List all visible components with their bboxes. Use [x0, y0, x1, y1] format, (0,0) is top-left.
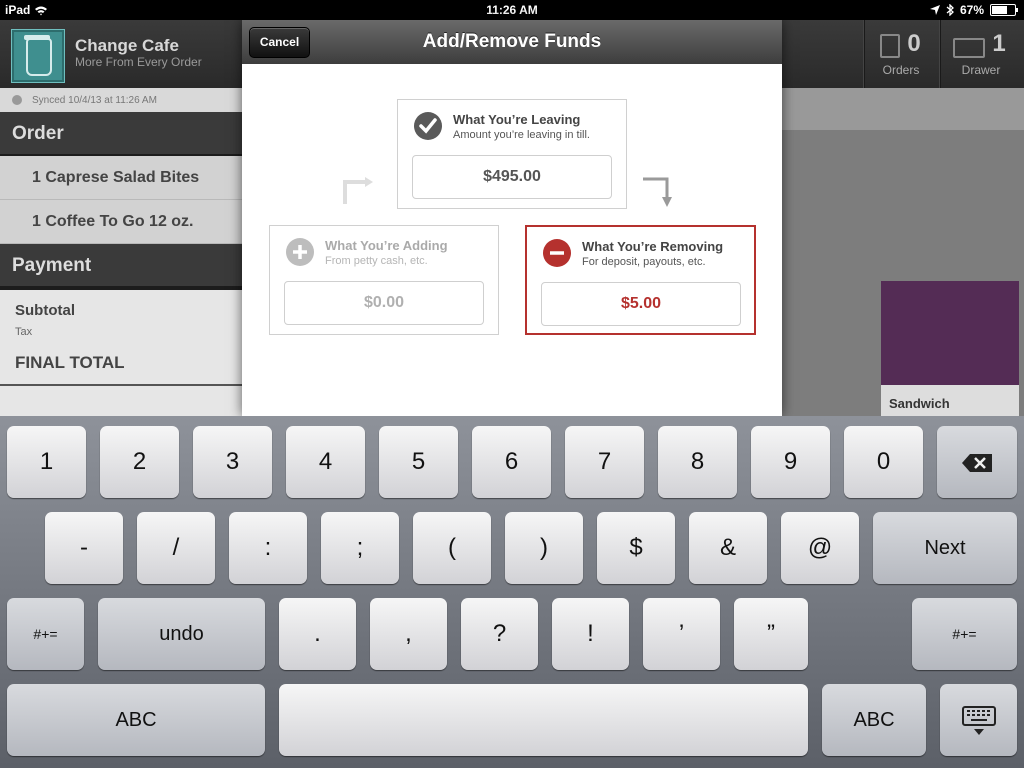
key-4[interactable]: 4: [286, 426, 365, 498]
backspace-key[interactable]: [937, 426, 1017, 498]
final-total-label: FINAL TOTAL: [15, 353, 125, 372]
order-item[interactable]: 1 Coffee To Go 12 oz.: [0, 200, 242, 244]
numeric-keyboard: 1 2 3 4 5 6 7 8 9 0 - / : ; ( ) $ & @ Ne…: [0, 416, 1024, 768]
drawer-icon: [953, 38, 985, 58]
adding-card[interactable]: What You’re Adding From petty cash, etc.…: [269, 225, 499, 335]
key-open-paren[interactable]: (: [413, 512, 491, 584]
plus-icon: [286, 238, 314, 266]
key-1[interactable]: 1: [7, 426, 86, 498]
key-dollar[interactable]: $: [597, 512, 675, 584]
arrow-down-icon: [643, 177, 672, 207]
backspace-icon: [962, 453, 992, 472]
orders-label: Orders: [882, 63, 920, 77]
adding-amount-field[interactable]: $0.00: [284, 281, 484, 325]
adding-title: What You’re Adding: [325, 238, 448, 253]
key-0[interactable]: 0: [844, 426, 923, 498]
key-close-paren[interactable]: ): [505, 512, 583, 584]
abc-key-right[interactable]: ABC: [822, 684, 926, 756]
key-hyphen[interactable]: -: [45, 512, 123, 584]
key-ampersand[interactable]: &: [689, 512, 767, 584]
symbols-key-right[interactable]: #+=: [912, 598, 1017, 670]
key-apostrophe[interactable]: ’: [643, 598, 720, 670]
cancel-button[interactable]: Cancel: [249, 27, 310, 58]
space-key[interactable]: [279, 684, 808, 756]
sync-status: Synced 10/4/13 at 11:26 AM: [0, 88, 242, 112]
menu-tile-sandwich[interactable]: [881, 281, 1019, 385]
battery-icon: [990, 4, 1018, 16]
key-7[interactable]: 7: [565, 426, 644, 498]
payment-heading: Payment: [0, 244, 242, 286]
leaving-title: What You’re Leaving: [453, 112, 581, 127]
app-name: Change Cafe: [75, 36, 179, 55]
keyboard-dismiss-icon: [961, 705, 996, 735]
tax-label: Tax: [15, 326, 33, 338]
key-quote[interactable]: ”: [734, 598, 808, 670]
key-question[interactable]: ?: [461, 598, 538, 670]
status-bar: iPad 11:26 AM 67%: [0, 0, 1024, 20]
next-key[interactable]: Next: [873, 512, 1017, 584]
leaving-card[interactable]: What You’re Leaving Amount you’re leavin…: [397, 99, 627, 209]
key-colon[interactable]: :: [229, 512, 307, 584]
leaving-amount-field[interactable]: $495.00: [412, 155, 612, 199]
drawer-count[interactable]: 1: [988, 30, 1010, 58]
key-9[interactable]: 9: [751, 426, 830, 498]
app-logo: [11, 29, 65, 83]
removing-amount-field[interactable]: $5.00: [541, 282, 741, 326]
order-item[interactable]: 1 Caprese Salad Bites: [0, 156, 242, 200]
key-3[interactable]: 3: [193, 426, 272, 498]
app-tagline: More From Every Order: [75, 55, 202, 69]
key-2[interactable]: 2: [100, 426, 179, 498]
menu-tile-label: Sandwich: [881, 385, 1019, 416]
order-heading: Order: [0, 112, 242, 154]
battery-percent: 67%: [959, 3, 984, 17]
key-comma[interactable]: ,: [370, 598, 447, 670]
sync-check-icon: [12, 95, 22, 105]
orders-count[interactable]: 0: [900, 30, 928, 58]
modal-title: Add/Remove Funds: [422, 31, 602, 52]
battery-level: [992, 6, 1007, 14]
minus-icon: [543, 239, 571, 267]
key-exclamation[interactable]: !: [552, 598, 629, 670]
key-at[interactable]: @: [781, 512, 859, 584]
key-5[interactable]: 5: [379, 426, 458, 498]
checkmark-icon: [414, 112, 442, 140]
adding-subtitle: From petty cash, etc.: [325, 255, 428, 267]
abc-key-left[interactable]: ABC: [7, 684, 265, 756]
removing-subtitle: For deposit, payouts, etc.: [582, 256, 706, 268]
dismiss-keyboard-key[interactable]: [940, 684, 1017, 756]
key-8[interactable]: 8: [658, 426, 737, 498]
clock: 11:26 AM: [486, 3, 538, 17]
key-6[interactable]: 6: [472, 426, 551, 498]
location-icon: [929, 5, 940, 15]
symbols-key[interactable]: #+=: [7, 598, 84, 670]
removing-title: What You’re Removing: [582, 239, 724, 254]
removing-card[interactable]: What You’re Removing For deposit, payout…: [525, 225, 756, 335]
subtotal-label: Subtotal: [15, 302, 75, 319]
leaving-subtitle: Amount you’re leaving in till.: [453, 129, 590, 141]
orders-icon: [880, 34, 900, 58]
key-slash[interactable]: /: [137, 512, 215, 584]
key-semicolon[interactable]: ;: [321, 512, 399, 584]
arrow-up-right-icon: [343, 177, 373, 204]
undo-key[interactable]: undo: [98, 598, 265, 670]
add-remove-funds-modal: Add/Remove Funds Cancel: [242, 20, 782, 416]
drawer-label: Drawer: [961, 63, 1001, 77]
bluetooth-icon: [946, 4, 954, 16]
totals-panel: Subtotal Tax FINAL TOTAL: [0, 290, 242, 416]
key-period[interactable]: .: [279, 598, 356, 670]
